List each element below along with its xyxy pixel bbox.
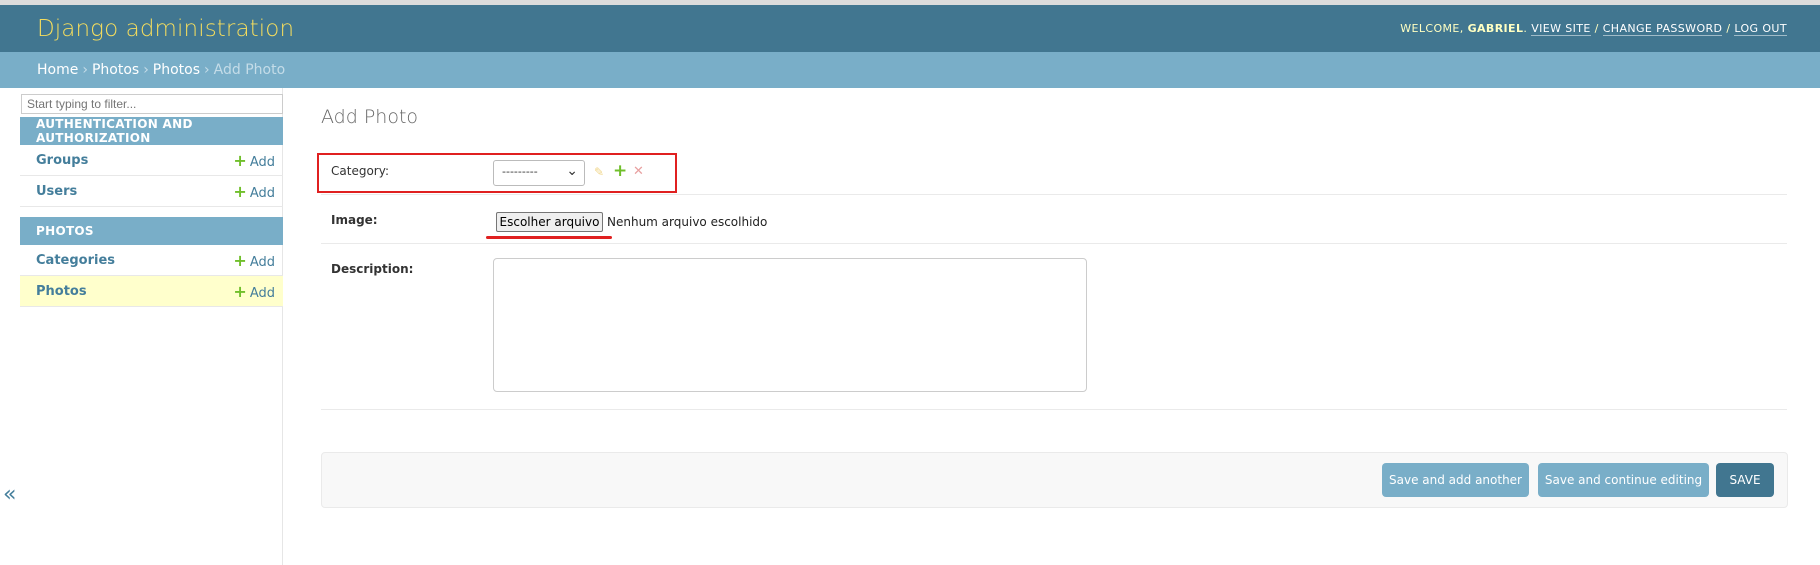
sidebar-item-categories: Categories + Add bbox=[20, 245, 283, 276]
breadcrumb: Home › Photos › Photos › Add Photo bbox=[0, 52, 1820, 88]
module-caption[interactable]: AUTHENTICATION AND AUTHORIZATION bbox=[20, 117, 283, 145]
sidebar-item-label[interactable]: Categories bbox=[36, 253, 115, 268]
description-textarea[interactable] bbox=[493, 258, 1087, 392]
breadcrumb-current: Add Photo bbox=[213, 62, 286, 78]
username: GABRIEL bbox=[1467, 22, 1524, 35]
sidebar-item-users: Users + Add bbox=[20, 176, 283, 207]
main-area: « AUTHENTICATION AND AUTHORIZATION Group… bbox=[0, 88, 1820, 565]
page-title: Add Photo bbox=[321, 106, 419, 128]
file-status: Nenhum arquivo escolhido bbox=[607, 215, 768, 229]
chevron-down-icon: ⌄ bbox=[566, 163, 578, 179]
plus-icon: + bbox=[233, 250, 247, 270]
sidebar-item-label[interactable]: Users bbox=[36, 184, 77, 199]
pencil-icon[interactable]: ✎ bbox=[594, 165, 604, 179]
user-tools: WELCOME, GABRIEL. VIEW SITE / CHANGE PAS… bbox=[1400, 22, 1787, 36]
sidebar-item-groups: Groups + Add bbox=[20, 145, 283, 176]
sidebar-toggle-icon[interactable]: « bbox=[3, 484, 16, 506]
sidebar-item-label[interactable]: Photos bbox=[36, 284, 87, 299]
breadcrumb-model[interactable]: Photos bbox=[153, 62, 200, 78]
submit-row: Save and add another Save and continue e… bbox=[321, 452, 1788, 508]
breadcrumb-home[interactable]: Home bbox=[37, 62, 78, 78]
save-button[interactable]: SAVE bbox=[1716, 463, 1774, 497]
welcome-text: WELCOME, bbox=[1400, 22, 1468, 35]
add-link[interactable]: + Add bbox=[233, 282, 275, 301]
breadcrumb-app[interactable]: Photos bbox=[92, 62, 139, 78]
description-label: Description: bbox=[331, 262, 414, 276]
module-auth: AUTHENTICATION AND AUTHORIZATION Groups … bbox=[20, 117, 283, 207]
category-select-value: --------- bbox=[502, 165, 538, 178]
save-continue-button[interactable]: Save and continue editing bbox=[1538, 463, 1709, 497]
plus-icon: + bbox=[233, 181, 247, 201]
plus-icon: + bbox=[233, 281, 247, 301]
plus-icon: + bbox=[233, 150, 247, 170]
site-header: Django administration WELCOME, GABRIEL. … bbox=[0, 5, 1820, 52]
sidebar-item-photos: Photos + Add bbox=[20, 276, 283, 307]
close-icon[interactable]: ✕ bbox=[633, 164, 644, 179]
log-out-link[interactable]: LOG OUT bbox=[1734, 22, 1787, 36]
choose-file-button[interactable]: Escolher arquivo bbox=[496, 212, 603, 232]
image-label: Image: bbox=[331, 213, 378, 227]
sidebar-filter-input[interactable] bbox=[21, 94, 283, 114]
annotation-underline bbox=[486, 236, 612, 239]
add-link[interactable]: + Add bbox=[233, 151, 275, 170]
add-link[interactable]: + Add bbox=[233, 182, 275, 201]
site-brand[interactable]: Django administration bbox=[37, 16, 294, 42]
plus-icon[interactable]: + bbox=[613, 161, 627, 181]
view-site-link[interactable]: VIEW SITE bbox=[1531, 22, 1591, 36]
sidebar-item-label[interactable]: Groups bbox=[36, 153, 88, 168]
change-password-link[interactable]: CHANGE PASSWORD bbox=[1602, 22, 1723, 36]
add-link[interactable]: + Add bbox=[233, 251, 275, 270]
category-select[interactable]: --------- ⌄ bbox=[493, 160, 585, 186]
save-add-another-button[interactable]: Save and add another bbox=[1382, 463, 1529, 497]
module-photos: PHOTOS Categories + Add Photos + Add bbox=[20, 217, 283, 307]
module-caption[interactable]: PHOTOS bbox=[20, 217, 283, 245]
